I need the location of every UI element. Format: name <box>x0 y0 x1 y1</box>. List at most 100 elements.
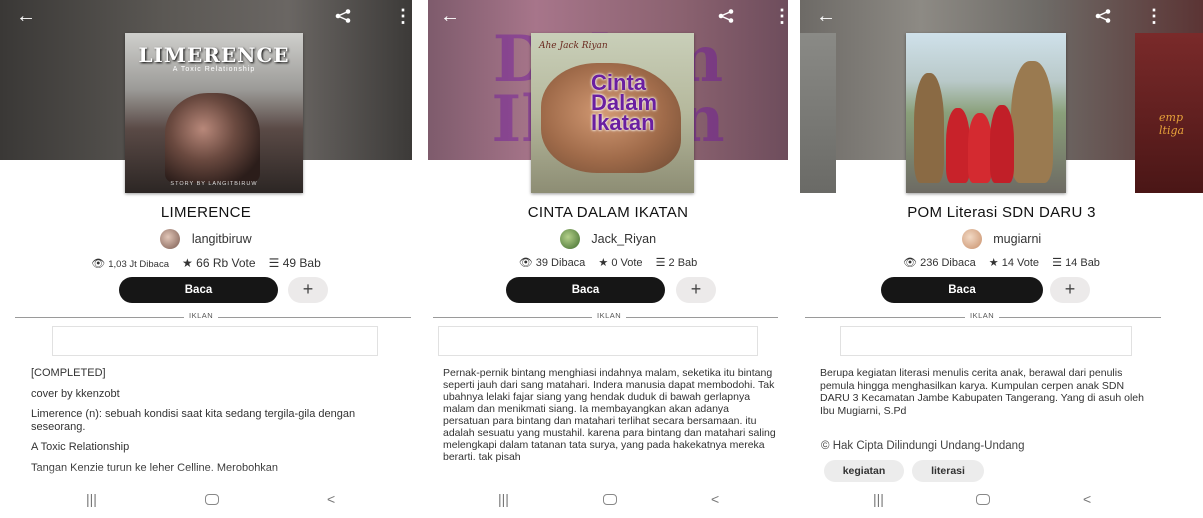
top-bar: ← ⋮ <box>800 0 1203 34</box>
cover-couple-figure <box>165 93 260 183</box>
star-icon: ★ <box>988 257 999 269</box>
home-icon[interactable] <box>976 494 990 505</box>
home-icon[interactable] <box>205 494 219 505</box>
copyright-icon: © <box>821 440 830 452</box>
avatar <box>160 229 181 249</box>
arrow-left-icon[interactable]: ← <box>816 6 836 26</box>
votes-count: 14 Vote <box>1001 257 1040 269</box>
votes-count: 66 Rb Vote <box>196 256 256 270</box>
fade-overlay <box>428 466 788 490</box>
ad-label: IKLAN <box>965 311 1000 320</box>
fade-overlay <box>0 466 412 490</box>
chapters-stat: ☰ 49 Bab <box>269 256 321 270</box>
ad-label: IKLAN <box>592 311 627 320</box>
more-vert-icon[interactable]: ⋮ <box>1145 6 1163 26</box>
author-row[interactable]: langitbiruw <box>0 229 412 249</box>
cover-title: LIMERENCE <box>138 43 290 67</box>
author-name[interactable]: mugiarni <box>993 232 1041 246</box>
cover-child-figure <box>990 105 1014 183</box>
ad-box[interactable] <box>52 326 378 356</box>
copyright-text: Hak Cipta Dilindungi Undang-Undang <box>832 440 1025 452</box>
more-vert-icon[interactable]: ⋮ <box>773 6 788 26</box>
votes-count: 0 Vote <box>611 257 643 269</box>
arrow-left-icon[interactable]: ← <box>16 6 36 26</box>
side-book-cover-right: emp ltiga <box>1135 33 1203 193</box>
chapters-count: 14 Bab <box>1065 257 1100 269</box>
read-button[interactable]: Baca <box>506 277 665 303</box>
tag-chip[interactable]: literasi <box>912 460 984 482</box>
cover-author-line: Ahe Jack Riyan <box>539 41 608 51</box>
add-to-library-button[interactable]: + <box>288 277 328 303</box>
read-button[interactable]: Baca <box>881 277 1043 303</box>
book-cover: LIMERENCE A Toxic Relationship STORY BY … <box>125 33 303 193</box>
author-row[interactable]: Jack_Riyan <box>428 229 788 249</box>
book-cover <box>906 33 1066 193</box>
recent-apps-icon[interactable]: ||| <box>86 490 97 508</box>
description-paragraph: cover by kkenzobt <box>31 387 120 400</box>
list-icon: ☰ <box>655 257 666 269</box>
avatar <box>961 229 982 249</box>
add-to-library-button[interactable]: + <box>1050 277 1090 303</box>
views-stat: 👁 236 Dibaca <box>903 257 976 269</box>
eye-icon: 👁 <box>518 257 533 269</box>
views-count: 39 Dibaca <box>535 257 586 269</box>
book-title: POM Literasi SDN DARU 3 <box>907 204 1096 221</box>
views-stat: 👁 39 Dibaca <box>519 257 586 269</box>
list-icon: ☰ <box>268 256 280 270</box>
cover-adult-figure <box>914 73 944 183</box>
ad-box[interactable] <box>840 326 1132 356</box>
ad-box[interactable] <box>438 326 758 356</box>
author-row[interactable]: mugiarni <box>800 229 1203 249</box>
book-title: LIMERENCE <box>160 204 252 221</box>
chapters-count: 2 Bab <box>668 257 698 269</box>
back-nav-icon[interactable]: < <box>327 490 335 508</box>
eye-icon: 👁 <box>903 257 918 269</box>
author-name[interactable]: Jack_Riyan <box>591 232 656 246</box>
chapters-count: 49 Bab <box>282 256 321 270</box>
votes-stat: ★ 66 Rb Vote <box>182 256 256 270</box>
stats-row: 👁 39 Dibaca ★ 0 Vote ☰ 2 Bab <box>428 256 788 269</box>
back-nav-icon[interactable]: < <box>711 490 719 508</box>
arrow-left-icon[interactable]: ← <box>440 6 460 26</box>
book-title: CINTA DALAM IKATAN <box>527 204 689 221</box>
screen-cinta-dalam-ikatan: Dalam Ikatan ← ⋮ Ahe Jack Riyan Cinta Da… <box>428 0 788 518</box>
top-bar: ← ⋮ <box>0 0 412 34</box>
system-nav-bar: ||| < <box>800 490 1203 510</box>
avatar <box>559 229 580 249</box>
views-stat: 👁 1,03 Jt Dibaca <box>91 258 169 270</box>
tag-chip[interactable]: kegiatan <box>824 460 904 482</box>
book-cover: Ahe Jack Riyan Cinta Dalam Ikatan <box>531 33 694 193</box>
chapters-stat: ☰ 2 Bab <box>656 257 698 269</box>
description-paragraph: [COMPLETED] <box>31 367 106 379</box>
add-to-library-button[interactable]: + <box>676 277 716 303</box>
description: Berupa kegiatan literasi menulis cerita … <box>820 367 1150 425</box>
read-button[interactable]: Baca <box>119 277 278 303</box>
share-icon[interactable] <box>335 9 351 23</box>
views-count: 1,03 Jt Dibaca <box>108 259 169 270</box>
ad-label: IKLAN <box>184 311 219 320</box>
stats-row: 👁 236 Dibaca ★ 14 Vote ☰ 14 Bab <box>800 256 1203 269</box>
share-icon[interactable] <box>718 9 734 23</box>
stats-row: 👁 1,03 Jt Dibaca ★ 66 Rb Vote ☰ 49 Bab <box>0 256 412 270</box>
star-icon: ★ <box>598 257 609 269</box>
recent-apps-icon[interactable]: ||| <box>498 490 509 508</box>
top-bar: ← ⋮ <box>428 0 788 34</box>
share-icon[interactable] <box>1095 9 1111 23</box>
system-nav-bar: ||| < <box>0 490 412 510</box>
plus-icon: + <box>690 279 702 299</box>
cover-child-figure <box>968 113 992 183</box>
star-icon: ★ <box>182 256 193 270</box>
screen-pom-literasi: emp ltiga ← ⋮ POM Literasi SDN DARU 3 mu… <box>800 0 1203 518</box>
home-icon[interactable] <box>603 494 617 505</box>
author-name[interactable]: langitbiruw <box>192 232 252 246</box>
cover-subtitle: A Toxic Relationship <box>172 66 256 73</box>
back-nav-icon[interactable]: < <box>1083 490 1091 508</box>
more-vert-icon[interactable]: ⋮ <box>394 6 412 26</box>
recent-apps-icon[interactable]: ||| <box>873 490 884 508</box>
chapters-stat: ☰ 14 Bab <box>1052 257 1100 269</box>
plus-icon: + <box>302 279 314 299</box>
cover-adult-figure <box>1011 61 1053 183</box>
screen-limerence: ← ⋮ LIMERENCE A Toxic Relationship STORY… <box>0 0 412 518</box>
description-paragraph: Berupa kegiatan literasi menulis cerita … <box>820 367 1144 417</box>
plus-icon: + <box>1064 279 1076 299</box>
